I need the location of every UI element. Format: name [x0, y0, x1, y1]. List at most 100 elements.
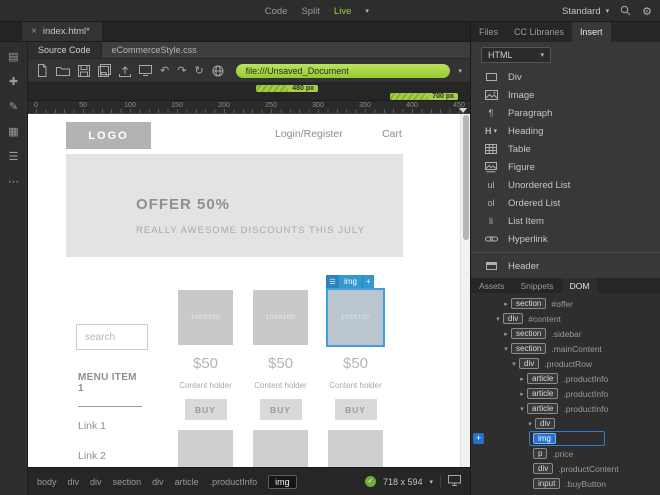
new-document-icon[interactable]	[36, 64, 48, 77]
logo-placeholder[interactable]: LOGO	[66, 122, 151, 149]
product-image[interactable]	[178, 430, 233, 467]
split-view-button[interactable]: Split	[301, 6, 319, 17]
dom-node-p-price[interactable]: p .price	[471, 446, 660, 461]
insert-div-item[interactable]: Div	[471, 68, 660, 86]
media-query-480-bar[interactable]: 480 px	[256, 85, 318, 92]
related-css-file-button[interactable]: eCommerceStyle.css	[102, 42, 207, 58]
code-view-button[interactable]: Code	[265, 6, 288, 17]
insert-ordered-list-item[interactable]: ol Ordered List	[471, 194, 660, 212]
buy-button[interactable]: BUY	[334, 399, 377, 420]
tag-selector-section[interactable]: section	[113, 477, 142, 487]
chevron-collapsed-icon[interactable]: ▸	[501, 300, 511, 308]
tag-selector-body[interactable]: body	[37, 477, 57, 487]
dom-node-section-offer[interactable]: ▸ section #offer	[471, 296, 660, 311]
dom-insert-plus-icon[interactable]: +	[473, 433, 484, 444]
assets-panel-icon[interactable]: ▦	[5, 126, 23, 139]
buy-button[interactable]: BUY	[259, 399, 302, 420]
cart-link[interactable]: Cart	[382, 128, 402, 140]
chevron-expanded-icon[interactable]: ▾	[517, 405, 527, 413]
hero-banner[interactable]: OFFER 50% REALLY AWESOME DISCOUNTS THIS …	[66, 154, 403, 257]
dom-node-input-buybutton[interactable]: input .buyButton	[471, 476, 660, 491]
dom-panel-icon[interactable]: ☰	[5, 151, 23, 164]
css-designer-icon[interactable]: ✎	[5, 101, 23, 114]
insert-image-item[interactable]: Image	[471, 86, 660, 104]
dom-node-section-sidebar[interactable]: ▸ section .sidebar	[471, 326, 660, 341]
tag-selector-div[interactable]: div	[90, 477, 102, 487]
source-code-button[interactable]: Source Code	[28, 42, 102, 58]
tab-insert[interactable]: Insert	[572, 22, 611, 42]
workspace-switcher[interactable]: Standard ▾	[562, 6, 609, 17]
insert-figure-item[interactable]: Figure	[471, 158, 660, 176]
tag-selector-div[interactable]: div	[152, 477, 164, 487]
tag-selector-div[interactable]: div	[68, 477, 80, 487]
dom-node-div-content[interactable]: ▾ div #content	[471, 311, 660, 326]
tab-cc-libraries[interactable]: CC Libraries	[506, 22, 572, 42]
tab-dom[interactable]: DOM	[561, 278, 598, 293]
product-image[interactable]: 100X100	[253, 290, 308, 345]
window-size-value[interactable]: 718 x 594	[383, 477, 423, 487]
login-register-link[interactable]: Login/Register	[275, 128, 343, 140]
insert-category-dropdown[interactable]: HTML ▾	[481, 47, 551, 63]
device-preview-icon[interactable]	[448, 475, 461, 488]
scrubber-marker-icon[interactable]	[459, 108, 467, 113]
close-tab-icon[interactable]: ×	[31, 26, 37, 37]
insert-table-item[interactable]: Table	[471, 140, 660, 158]
insert-panel-icon[interactable]: ✚	[5, 76, 23, 89]
element-quick-menu-icon[interactable]: ☰	[326, 275, 339, 288]
insert-paragraph-item[interactable]: ¶ Paragraph	[471, 104, 660, 122]
document-tab[interactable]: × index.html*	[22, 22, 103, 41]
dom-node-article-productinfo[interactable]: ▾ article .productInfo	[471, 401, 660, 416]
chevron-collapsed-icon[interactable]: ▸	[517, 390, 527, 398]
chevron-expanded-icon[interactable]: ▾	[501, 345, 511, 353]
chevron-expanded-icon[interactable]: ▾	[493, 315, 503, 323]
nav-link-2[interactable]: Link 2	[78, 450, 106, 462]
sidebar-menu-title[interactable]: MENU ITEM 1	[78, 372, 142, 407]
product-image[interactable]	[253, 430, 308, 467]
address-bar-caret-icon[interactable]: ▾	[458, 67, 462, 75]
chevron-collapsed-icon[interactable]: ▸	[517, 375, 527, 383]
chevron-collapsed-icon[interactable]: ▸	[501, 330, 511, 338]
dom-node-div-productcontent[interactable]: div .productContent	[471, 461, 660, 476]
product-image[interactable]	[328, 430, 383, 467]
buy-button[interactable]: BUY	[184, 399, 227, 420]
dom-node-div-productrow[interactable]: ▾ div .productRow	[471, 356, 660, 371]
live-view-caret-icon[interactable]: ▾	[365, 7, 369, 15]
tab-files[interactable]: Files	[471, 22, 506, 42]
canvas-scrollbar-thumb[interactable]	[463, 115, 469, 240]
undo-icon[interactable]: ↶	[160, 65, 169, 77]
element-display-tag[interactable]: img	[339, 275, 362, 288]
dom-node-section-maincontent[interactable]: ▾ section .mainContent	[471, 341, 660, 356]
insert-hyperlink-item[interactable]: Hyperlink	[471, 230, 660, 248]
tag-selector-img-selected[interactable]: img	[268, 474, 297, 489]
save-icon[interactable]	[78, 64, 90, 77]
product-image[interactable]: 100X100	[178, 290, 233, 345]
tab-assets[interactable]: Assets	[471, 278, 513, 293]
open-folder-icon[interactable]	[56, 65, 70, 76]
insert-header-item[interactable]: Header	[471, 257, 660, 275]
live-view-button[interactable]: Live	[334, 6, 351, 17]
live-refresh-icon[interactable]: ↻	[194, 65, 203, 77]
lint-ok-icon[interactable]: ✓	[364, 476, 376, 487]
element-add-icon[interactable]: +	[361, 275, 374, 288]
chevron-expanded-icon[interactable]: ▾	[525, 420, 535, 428]
media-query-700-bar[interactable]: 700 px	[390, 93, 458, 100]
dom-node-article-productinfo[interactable]: ▸ article .productInfo	[471, 371, 660, 386]
chevron-expanded-icon[interactable]: ▾	[509, 360, 519, 368]
file-management-icon[interactable]	[119, 65, 131, 77]
more-panels-icon[interactable]: ⋯	[5, 176, 23, 189]
save-all-icon[interactable]	[98, 64, 111, 77]
tab-snippets[interactable]: Snippets	[513, 278, 562, 293]
document-address-bar[interactable]: file:///Unsaved_Document	[235, 63, 451, 78]
canvas-scrollbar[interactable]	[460, 114, 470, 467]
preview-browser-icon[interactable]	[139, 65, 152, 76]
redo-icon[interactable]: ↷	[177, 65, 186, 77]
dom-node-img-selected[interactable]: + img	[471, 431, 660, 446]
dom-node-div[interactable]: ▾ div	[471, 416, 660, 431]
search-icon[interactable]	[620, 5, 631, 18]
tag-selector-article[interactable]: article	[175, 477, 199, 487]
search-input[interactable]	[76, 324, 148, 350]
insert-heading-item[interactable]: H ▾ Heading	[471, 122, 660, 140]
insert-unordered-list-item[interactable]: ul Unordered List	[471, 176, 660, 194]
insert-list-item-item[interactable]: li List Item	[471, 212, 660, 230]
tag-selector-productinfo[interactable]: .productInfo	[210, 477, 258, 487]
